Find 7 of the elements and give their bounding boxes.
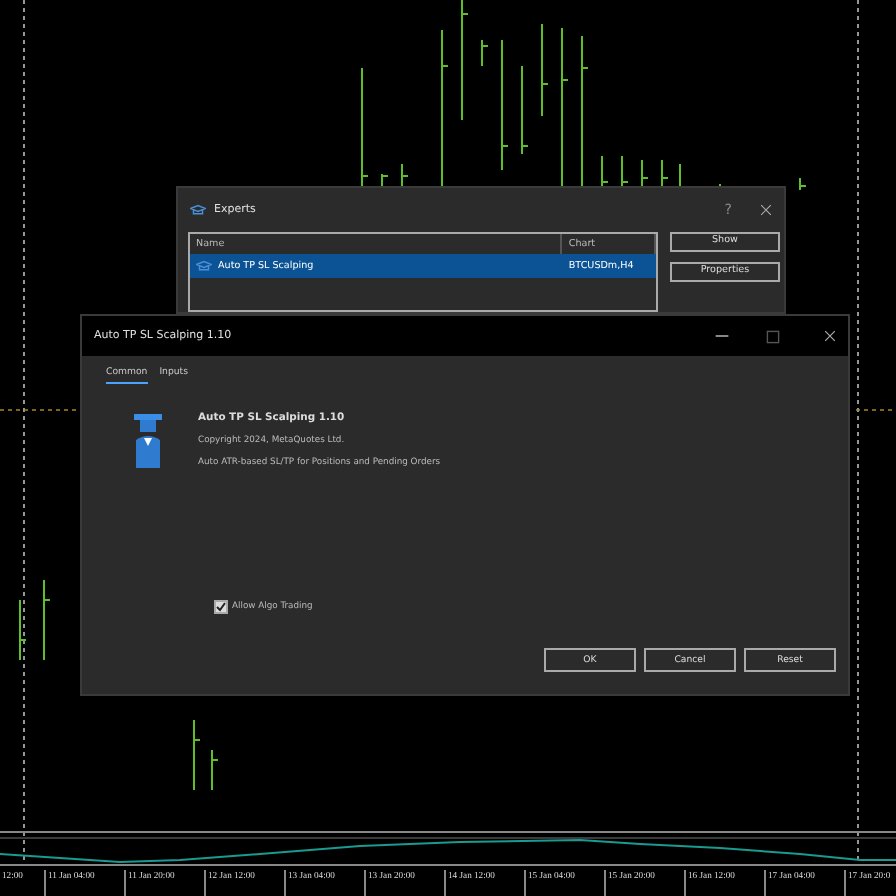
close-icon[interactable] [824, 330, 836, 342]
graduation-cap-icon [190, 204, 206, 216]
close-icon[interactable] [760, 204, 772, 216]
checkbox[interactable] [214, 600, 228, 614]
graduate-figure-icon [134, 408, 162, 468]
graduation-cap-icon [196, 260, 212, 272]
maximize-icon[interactable] [766, 329, 780, 343]
